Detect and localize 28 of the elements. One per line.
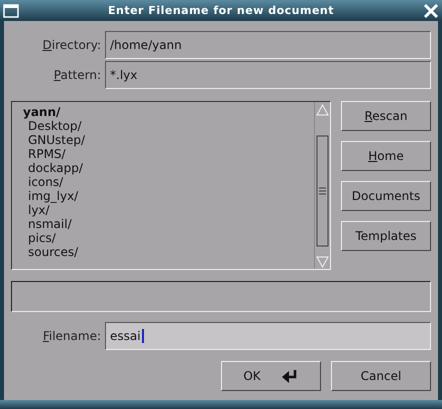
close-icon[interactable] [423, 2, 439, 18]
list-item[interactable]: pics/ [23, 231, 314, 245]
ok-button[interactable]: OK [221, 361, 321, 391]
pattern-field[interactable]: *.lyx [105, 61, 431, 89]
directory-field[interactable]: /home/yann [105, 31, 431, 59]
templates-button[interactable]: Templates [341, 221, 431, 251]
scrollbar-drawing[interactable] [314, 102, 330, 269]
documents-button[interactable]: Documents [341, 181, 431, 211]
list-item[interactable]: RPMS/ [23, 147, 314, 161]
list-item[interactable]: GNUstep/ [23, 133, 314, 147]
list-item[interactable]: sources/ [23, 245, 314, 259]
list-item[interactable]: icons/ [23, 175, 314, 189]
rescan-button[interactable]: Rescan [341, 101, 431, 131]
list-item[interactable]: Desktop/ [23, 119, 314, 133]
home-button[interactable]: Home [341, 141, 431, 171]
field-label: Directory: [42, 38, 102, 52]
list-item[interactable]: yann/ [23, 105, 314, 119]
list-item[interactable]: img_lyx/ [23, 189, 314, 203]
list-item[interactable]: nsmail/ [23, 217, 314, 231]
window-menu-icon[interactable] [3, 2, 19, 18]
field-label: Filename: [42, 329, 102, 343]
window-title: Enter Filename for new document [106, 4, 335, 17]
field-label: Pattern: [52, 68, 102, 82]
list-item[interactable]: dockapp/ [23, 161, 314, 175]
filename-field[interactable]: essai [105, 322, 431, 350]
cancel-button[interactable]: Cancel [331, 361, 431, 391]
enter-icon [280, 369, 299, 383]
list-item[interactable]: lyx/ [23, 203, 314, 217]
